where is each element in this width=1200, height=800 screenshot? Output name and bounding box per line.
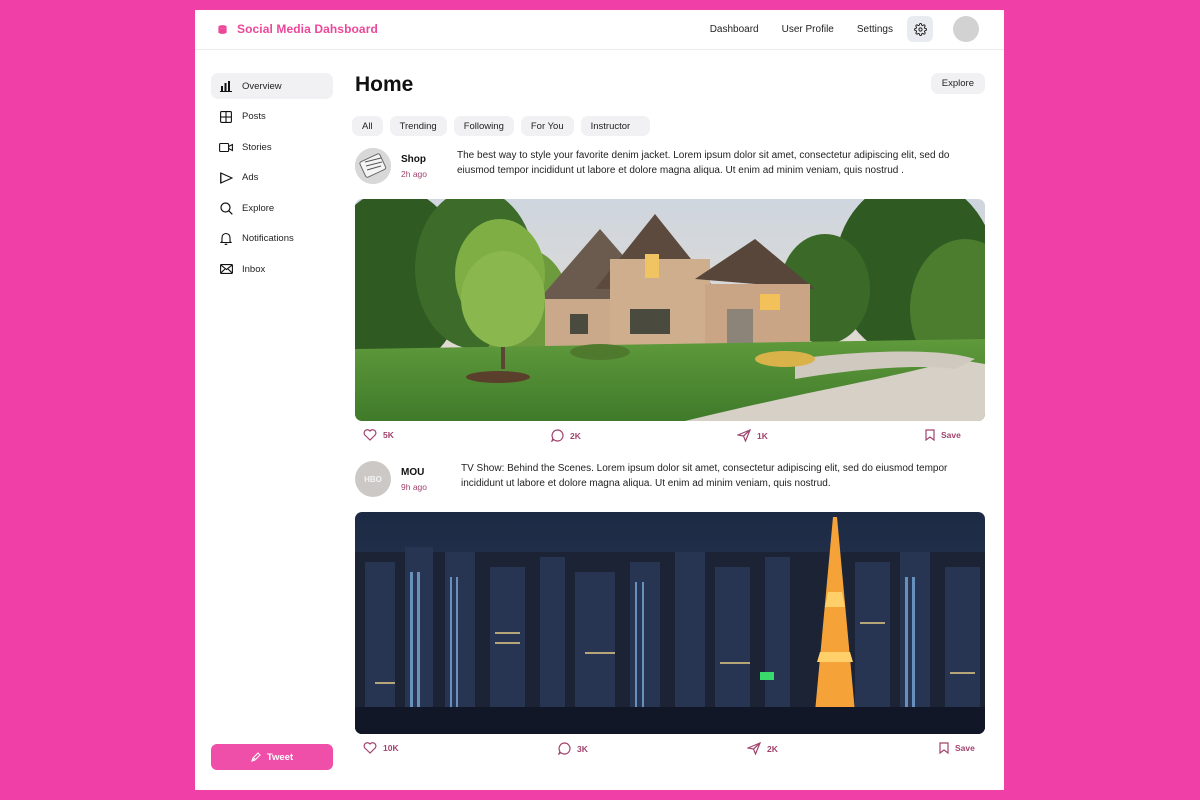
- dashboard-window: Social Media Dahsboard Dashboard User Pr…: [195, 10, 1004, 790]
- database-icon: [218, 24, 227, 34]
- megaphone-icon: [219, 171, 233, 185]
- top-nav: Dashboard User Profile Settings: [710, 16, 979, 42]
- share-count: 1K: [757, 430, 768, 441]
- save-label: Save: [955, 743, 975, 753]
- sidebar-item-label: Explore: [242, 202, 275, 214]
- comment-button[interactable]: 3K: [558, 742, 588, 755]
- bar-chart-icon: [219, 79, 233, 93]
- sidebar-item-overview[interactable]: Overview: [211, 73, 333, 99]
- nav-settings[interactable]: Settings: [857, 24, 893, 35]
- like-button[interactable]: 10K: [363, 742, 399, 754]
- sidebar-item-label: Inbox: [242, 263, 266, 275]
- sidebar-item-notifications[interactable]: Notifications: [211, 226, 333, 252]
- post-text: TV Show: Behind the Scenes. Lorem ipsum …: [461, 463, 948, 489]
- filter-for-you[interactable]: For You: [520, 116, 574, 136]
- page-title: Home: [355, 73, 414, 96]
- sidebar-item-posts[interactable]: Posts: [211, 104, 333, 130]
- comment-button[interactable]: 2K: [551, 429, 581, 442]
- post-actions: 5K 2K 1K Save: [355, 429, 985, 445]
- user-avatar[interactable]: [953, 16, 979, 42]
- post-header: HBO MOU 9h ago TV Show: Behind the Scene…: [355, 461, 987, 501]
- heart-icon: [363, 742, 377, 754]
- nav-dashboard[interactable]: Dashboard: [710, 24, 759, 35]
- like-count: 5K: [383, 430, 394, 440]
- sidebar-item-label: Stories: [242, 141, 272, 153]
- bookmark-icon: [925, 429, 935, 441]
- post-card: Shop 2h ago The best way to style your f…: [355, 148, 987, 442]
- filter-trending[interactable]: Trending: [389, 116, 447, 136]
- feather-pen-icon: [251, 752, 261, 762]
- post-header: Shop 2h ago The best way to style your f…: [355, 148, 987, 188]
- nav-user-profile[interactable]: User Profile: [782, 24, 834, 35]
- brand[interactable]: Social Media Dahsboard: [217, 22, 378, 36]
- share-button[interactable]: 2K: [747, 742, 778, 755]
- sidebar-item-ads[interactable]: Ads: [211, 165, 333, 191]
- comment-icon: [558, 742, 571, 755]
- tweet-button[interactable]: Tweet: [211, 744, 333, 770]
- gear-icon: [913, 22, 927, 36]
- sidebar-item-label: Posts: [242, 111, 266, 122]
- post-card: HBO MOU 9h ago TV Show: Behind the Scene…: [355, 461, 987, 755]
- share-count: 2K: [767, 743, 778, 754]
- post-avatar[interactable]: [355, 148, 391, 184]
- sidebar-item-stories[interactable]: Stories: [211, 134, 333, 160]
- sidebar: Overview Posts Stories Ads Explore Notif…: [211, 73, 333, 287]
- heart-icon: [363, 429, 377, 441]
- video-icon: [219, 140, 233, 154]
- filter-chips: All Trending Following For You Instructo…: [352, 116, 651, 136]
- filter-instructor[interactable]: Instructor: [580, 116, 651, 136]
- sidebar-item-label: Notifications: [242, 233, 294, 244]
- post-actions: 10K 3K 2K Save: [355, 742, 985, 758]
- bell-icon: [219, 232, 233, 246]
- post-time: 2h ago: [401, 169, 427, 179]
- send-icon: [747, 742, 761, 755]
- mail-icon: [219, 262, 233, 276]
- filter-following[interactable]: Following: [453, 116, 514, 136]
- app-title: Social Media Dahsboard: [237, 22, 378, 36]
- sidebar-item-label: Ads: [242, 172, 259, 183]
- save-button[interactable]: Save: [939, 742, 975, 754]
- comment-count: 2K: [570, 430, 581, 441]
- filter-all[interactable]: All: [352, 116, 383, 136]
- bookmark-icon: [939, 742, 949, 754]
- sidebar-item-label: Overview: [242, 80, 282, 92]
- save-label: Save: [941, 430, 961, 440]
- post-image[interactable]: [355, 512, 985, 734]
- post-time: 9h ago: [401, 482, 427, 492]
- sidebar-item-inbox[interactable]: Inbox: [211, 256, 333, 282]
- send-icon: [737, 429, 751, 442]
- like-button[interactable]: 5K: [363, 429, 394, 441]
- sidebar-item-explore[interactable]: Explore: [211, 195, 333, 221]
- post-author[interactable]: MOU: [401, 467, 424, 478]
- post-avatar[interactable]: HBO: [355, 461, 391, 497]
- share-button[interactable]: 1K: [737, 429, 768, 442]
- post-image[interactable]: [355, 199, 985, 421]
- explore-button[interactable]: Explore: [930, 73, 985, 94]
- tweet-button-label: Tweet: [266, 751, 294, 763]
- settings-button[interactable]: [907, 16, 933, 42]
- search-icon: [219, 201, 233, 215]
- post-author[interactable]: Shop: [401, 154, 426, 165]
- grid-icon: [219, 110, 233, 124]
- post-text: The best way to style your favorite deni…: [457, 150, 950, 176]
- comment-icon: [551, 429, 564, 442]
- save-button[interactable]: Save: [925, 429, 961, 441]
- avatar-text: HBO: [364, 474, 382, 484]
- top-header: Social Media Dahsboard Dashboard User Pr…: [195, 10, 1004, 50]
- like-count: 10K: [383, 743, 399, 753]
- comment-count: 3K: [577, 743, 588, 754]
